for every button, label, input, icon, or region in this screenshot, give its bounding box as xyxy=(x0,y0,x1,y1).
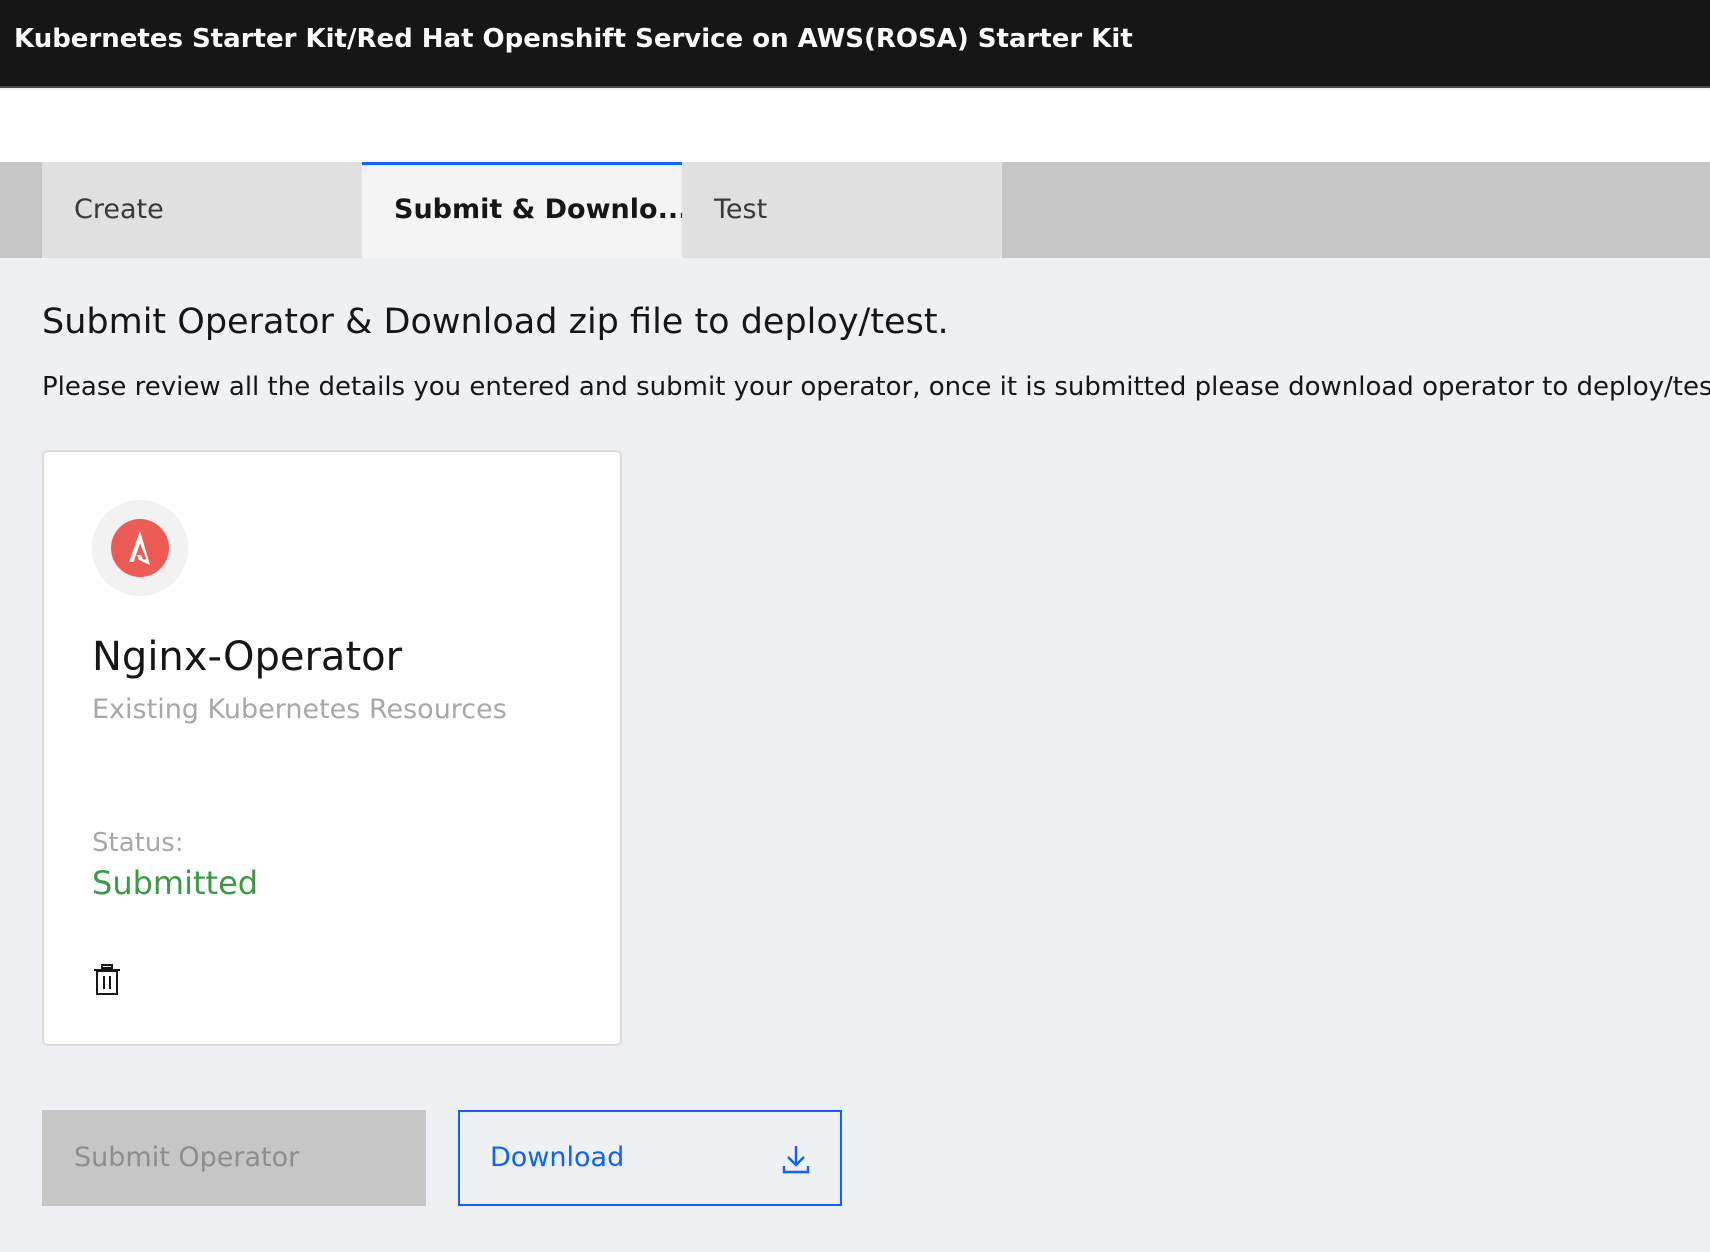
download-button[interactable]: Download xyxy=(458,1110,842,1206)
header-spacer xyxy=(0,90,1710,162)
submit-operator-button[interactable]: Submit Operator xyxy=(42,1110,426,1206)
download-label: Download xyxy=(490,1142,625,1173)
tab-test[interactable]: Test xyxy=(682,162,1002,258)
tab-bar: Create Submit & Downlo... Test xyxy=(0,162,1710,258)
tab-test-label: Test xyxy=(714,194,768,225)
operator-type: Existing Kubernetes Resources xyxy=(92,694,507,725)
tab-submit-download[interactable]: Submit & Downlo... xyxy=(362,162,688,258)
status-label: Status: xyxy=(92,828,184,858)
top-header-bar: Kubernetes Starter Kit/Red Hat Openshift… xyxy=(0,0,1710,88)
tab-submit-download-label: Submit & Downlo... xyxy=(394,194,689,225)
trash-icon[interactable] xyxy=(92,964,124,998)
operator-card: Nginx-Operator Existing Kubernetes Resou… xyxy=(42,450,622,1046)
operator-name: Nginx-Operator xyxy=(92,634,403,680)
status-value: Submitted xyxy=(92,864,259,902)
submit-operator-label: Submit Operator xyxy=(74,1142,300,1173)
ansible-logo-icon xyxy=(92,500,188,596)
download-icon xyxy=(782,1146,810,1174)
tab-create[interactable]: Create xyxy=(42,162,362,258)
page-description: Please review all the details you entere… xyxy=(42,372,1710,402)
page-heading: Submit Operator & Download zip file to d… xyxy=(42,302,949,342)
tab-create-label: Create xyxy=(74,194,164,225)
app-title: Kubernetes Starter Kit/Red Hat Openshift… xyxy=(14,24,1133,54)
